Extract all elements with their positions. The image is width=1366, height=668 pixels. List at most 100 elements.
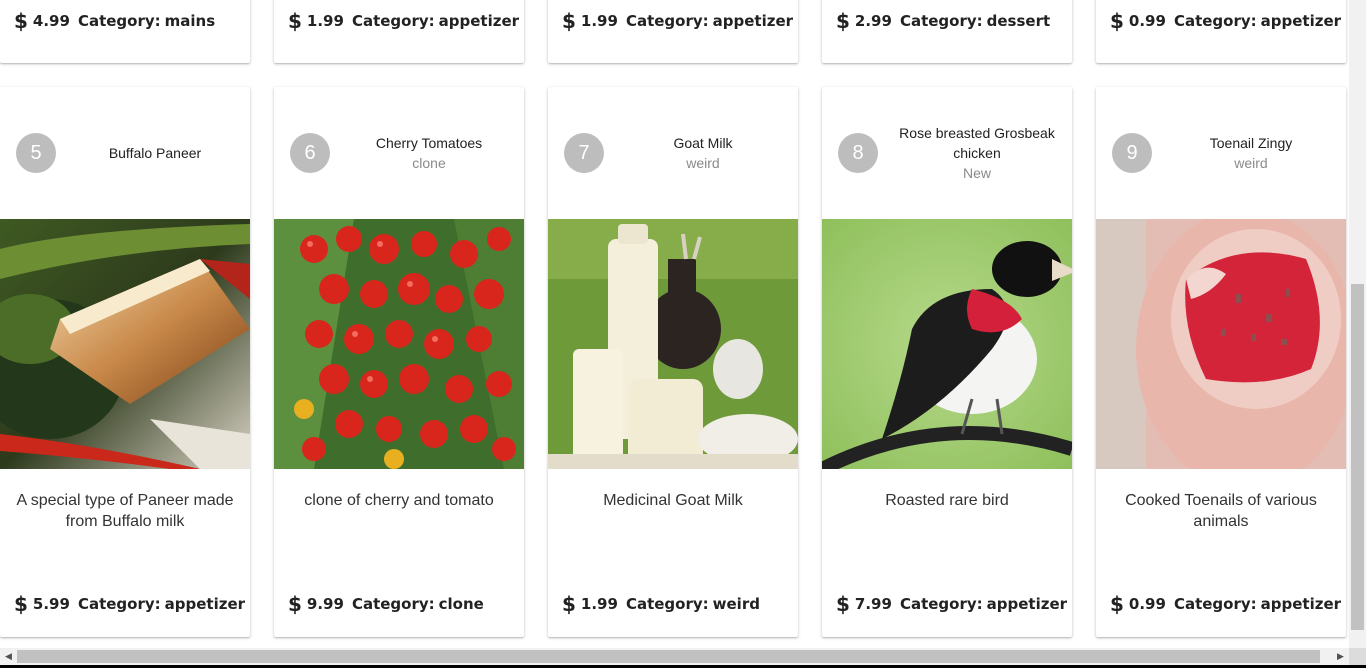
avatar: 6 bbox=[290, 133, 330, 173]
card-subtitle: weird bbox=[1234, 155, 1268, 171]
price: 2.99 bbox=[854, 12, 892, 30]
card-description: Cooked Toenails of various animals bbox=[1125, 492, 1317, 530]
card-header: 9 Toenail Zingy weird bbox=[1096, 87, 1346, 219]
menu-card-top[interactable]: $ 0.99 Category: appetizer bbox=[1096, 0, 1346, 63]
menu-card-top[interactable]: $ 1.99 Category: appetizer bbox=[548, 0, 798, 63]
menu-card[interactable]: 7 Goat Milk weird Medicinal Goat Milk $ … bbox=[548, 87, 798, 637]
price: 5.99 bbox=[32, 595, 70, 613]
dollar-icon: $ bbox=[288, 592, 302, 616]
card-title: Buffalo Paneer bbox=[108, 145, 202, 161]
price-row: $ 0.99 Category: appetizer bbox=[1110, 9, 1342, 33]
category-label: Category: bbox=[351, 595, 435, 613]
price-row: $ 0.99 Category: appetizer bbox=[1110, 592, 1342, 616]
scroll-left-arrow-icon[interactable]: ◀ bbox=[0, 648, 17, 665]
price-row: $ 9.99 Category: clone bbox=[288, 594, 516, 614]
category: clone bbox=[438, 595, 484, 613]
price-row: $ 4.99 Category: mains bbox=[14, 11, 242, 31]
dollar-icon: $ bbox=[1110, 9, 1124, 33]
avatar: 7 bbox=[564, 133, 604, 173]
card-titles: Rose breasted Grosbeak chicken New bbox=[886, 87, 1068, 219]
card-description: A special type of Paneer made from Buffa… bbox=[16, 492, 234, 530]
menu-card-top[interactable]: $ 1.99 Category: appetizer bbox=[274, 0, 524, 63]
category-label: Category: bbox=[899, 12, 983, 30]
card-title: Rose breasted Grosbeak chicken bbox=[899, 125, 1055, 161]
category: dessert bbox=[986, 12, 1051, 30]
price: 9.99 bbox=[306, 595, 344, 613]
category: appetizer bbox=[712, 12, 794, 30]
dollar-icon: $ bbox=[14, 9, 28, 33]
menu-card-top[interactable]: $ 2.99 Category: dessert bbox=[822, 0, 1072, 63]
scroll-right-arrow-icon[interactable]: ▶ bbox=[1332, 648, 1349, 665]
avatar: 8 bbox=[838, 133, 878, 173]
category: weird bbox=[712, 595, 760, 613]
category-label: Category: bbox=[899, 595, 983, 613]
avatar: 5 bbox=[16, 133, 56, 173]
dollar-icon: $ bbox=[1110, 592, 1124, 616]
price: 0.99 bbox=[1128, 12, 1166, 30]
card-titles: Buffalo Paneer bbox=[64, 87, 246, 219]
category-label: Category: bbox=[625, 12, 709, 30]
price: 4.99 bbox=[32, 12, 70, 30]
dollar-icon: $ bbox=[14, 592, 28, 616]
menu-card[interactable]: 5 Buffalo Paneer A special type of Panee… bbox=[0, 87, 250, 637]
card-description: clone of cherry and tomato bbox=[304, 492, 494, 509]
dollar-icon: $ bbox=[836, 9, 850, 33]
dollar-icon: $ bbox=[288, 9, 302, 33]
category: appetizer bbox=[1260, 12, 1342, 30]
toenail-image bbox=[1096, 219, 1346, 469]
price-row: $ 5.99 Category: appetizer bbox=[14, 592, 246, 616]
avatar: 9 bbox=[1112, 133, 1152, 173]
menu-card-top[interactable]: $ 4.99 Category: mains bbox=[0, 0, 250, 63]
price-row: $ 1.99 Category: appetizer bbox=[562, 9, 794, 33]
card-description: Roasted rare bird bbox=[885, 492, 1009, 509]
category-label: Category: bbox=[77, 595, 161, 613]
horizontal-scroll-thumb[interactable] bbox=[17, 650, 1320, 663]
dollar-icon: $ bbox=[836, 592, 850, 616]
category-label: Category: bbox=[1173, 12, 1257, 30]
category: appetizer bbox=[1260, 595, 1342, 613]
price-row: $ 7.99 Category: appetizer bbox=[836, 592, 1068, 616]
price-row: $ 2.99 Category: dessert bbox=[836, 11, 1064, 31]
scrollbar-corner bbox=[1349, 648, 1366, 665]
menu-card[interactable]: 6 Cherry Tomatoes clone clone of cherry … bbox=[274, 87, 524, 637]
menu-card[interactable]: 8 Rose breasted Grosbeak chicken New Roa… bbox=[822, 87, 1072, 637]
grosbeak-image bbox=[822, 219, 1072, 469]
card-header: 5 Buffalo Paneer bbox=[0, 87, 250, 219]
card-titles: Toenail Zingy weird bbox=[1160, 87, 1342, 219]
card-title: Goat Milk bbox=[673, 135, 733, 151]
vertical-scroll-thumb[interactable] bbox=[1351, 284, 1364, 630]
card-titles: Cherry Tomatoes clone bbox=[338, 87, 520, 219]
cherry-tomatoes-image bbox=[274, 219, 524, 469]
dollar-icon: $ bbox=[562, 9, 576, 33]
category: appetizer bbox=[438, 12, 520, 30]
card-header: 6 Cherry Tomatoes clone bbox=[274, 87, 524, 219]
category-label: Category: bbox=[351, 12, 435, 30]
goat-milk-image bbox=[548, 219, 798, 469]
category: appetizer bbox=[164, 595, 246, 613]
price: 0.99 bbox=[1128, 595, 1166, 613]
price-row: $ 1.99 Category: weird bbox=[562, 594, 790, 614]
menu-card[interactable]: 9 Toenail Zingy weird Cooked Toenails of… bbox=[1096, 87, 1346, 637]
card-title: Toenail Zingy bbox=[1209, 135, 1293, 151]
category-label: Category: bbox=[77, 12, 161, 30]
card-title: Cherry Tomatoes bbox=[375, 135, 483, 151]
card-subtitle: New bbox=[962, 165, 991, 181]
price: 1.99 bbox=[580, 12, 618, 30]
card-subtitle: weird bbox=[686, 155, 720, 171]
dollar-icon: $ bbox=[562, 592, 576, 616]
card-header: 8 Rose breasted Grosbeak chicken New bbox=[822, 87, 1072, 219]
category-label: Category: bbox=[1173, 595, 1257, 613]
card-header: 7 Goat Milk weird bbox=[548, 87, 798, 219]
card-titles: Goat Milk weird bbox=[612, 87, 794, 219]
price-row: $ 1.99 Category: appetizer bbox=[288, 9, 520, 33]
paneer-image bbox=[0, 219, 250, 469]
price: 7.99 bbox=[854, 595, 892, 613]
menu-grid: $ 4.99 Category: mains $ 1.99 Category: … bbox=[0, 0, 1349, 648]
card-description: Medicinal Goat Milk bbox=[603, 492, 743, 509]
category: appetizer bbox=[986, 595, 1068, 613]
price: 1.99 bbox=[306, 12, 344, 30]
category-label: Category: bbox=[625, 595, 709, 613]
category: mains bbox=[164, 12, 216, 30]
vertical-scrollbar[interactable] bbox=[1349, 0, 1366, 648]
horizontal-scrollbar[interactable]: ◀ ▶ bbox=[0, 648, 1349, 665]
